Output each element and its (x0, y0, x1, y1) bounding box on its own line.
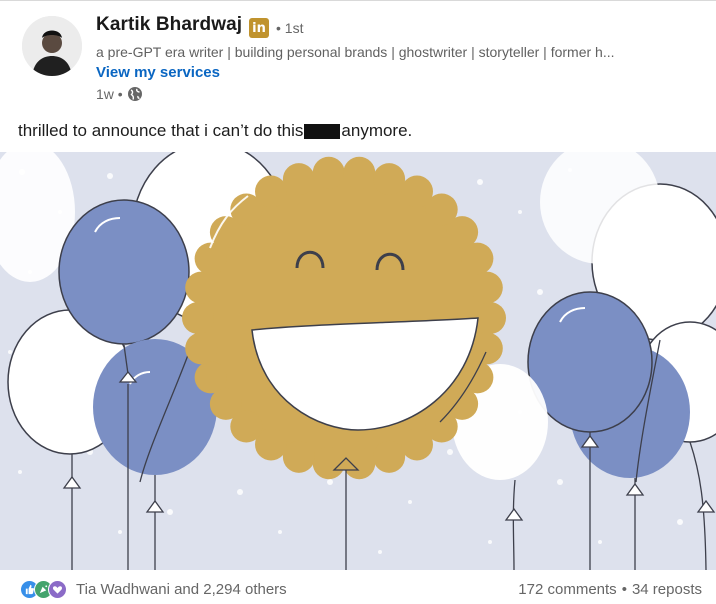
redaction-bar (304, 123, 341, 139)
globe-icon (127, 87, 142, 101)
balloon-scallop (401, 428, 433, 461)
linkedin-badge-icon: in (249, 18, 269, 38)
balloon-scallop (470, 271, 503, 304)
post-image[interactable] (0, 152, 716, 570)
social-counts-bar: Tia Wadhwani and 2,294 others 172 commen… (0, 570, 716, 604)
balloon-scallop (373, 440, 406, 473)
balloon-scallop (474, 302, 506, 334)
reactions-summary[interactable]: Tia Wadhwani and 2,294 others (76, 581, 287, 598)
balloon-scallop (373, 163, 406, 196)
counts-separator: • (621, 581, 627, 598)
author-headline: a pre-GPT era writer | building personal… (96, 44, 615, 60)
reposts-count[interactable]: 34 reposts (632, 581, 702, 598)
avatar[interactable] (22, 16, 82, 76)
avatar-photo (22, 16, 82, 76)
view-services-link[interactable]: View my services (96, 64, 220, 81)
balloon-scallop (185, 271, 218, 304)
balloon-scallop (185, 332, 218, 365)
blue-balloon (58, 199, 190, 345)
post-time: 1w • (96, 86, 123, 102)
comments-count[interactable]: 172 comments (518, 581, 616, 598)
balloon-scallop (282, 440, 315, 473)
author-name[interactable]: Kartik Bhardwaj (96, 14, 242, 36)
support-icon (48, 580, 67, 599)
connection-degree: • 1st (276, 20, 304, 36)
engagement-counts: 172 comments • 34 reposts (518, 581, 702, 598)
balloon-scallop (312, 156, 345, 189)
post-text-start: thrilled to announce that i can’t do thi… (18, 121, 304, 140)
balloon-scallop (343, 156, 376, 189)
post-meta: 1w • (96, 86, 143, 102)
balloon-scallop (194, 361, 227, 394)
balloon-scallop (255, 175, 287, 208)
balloon-scallop (182, 302, 214, 334)
balloon-scallop (461, 242, 494, 275)
top-divider (0, 0, 716, 1)
reaction-icons[interactable] (20, 580, 67, 599)
balloon-scallop (470, 332, 503, 365)
post-text-end: anymore. (341, 121, 413, 140)
balloon-scallop (282, 163, 315, 196)
post-text: thrilled to announce that i can’t do thi… (18, 121, 412, 141)
